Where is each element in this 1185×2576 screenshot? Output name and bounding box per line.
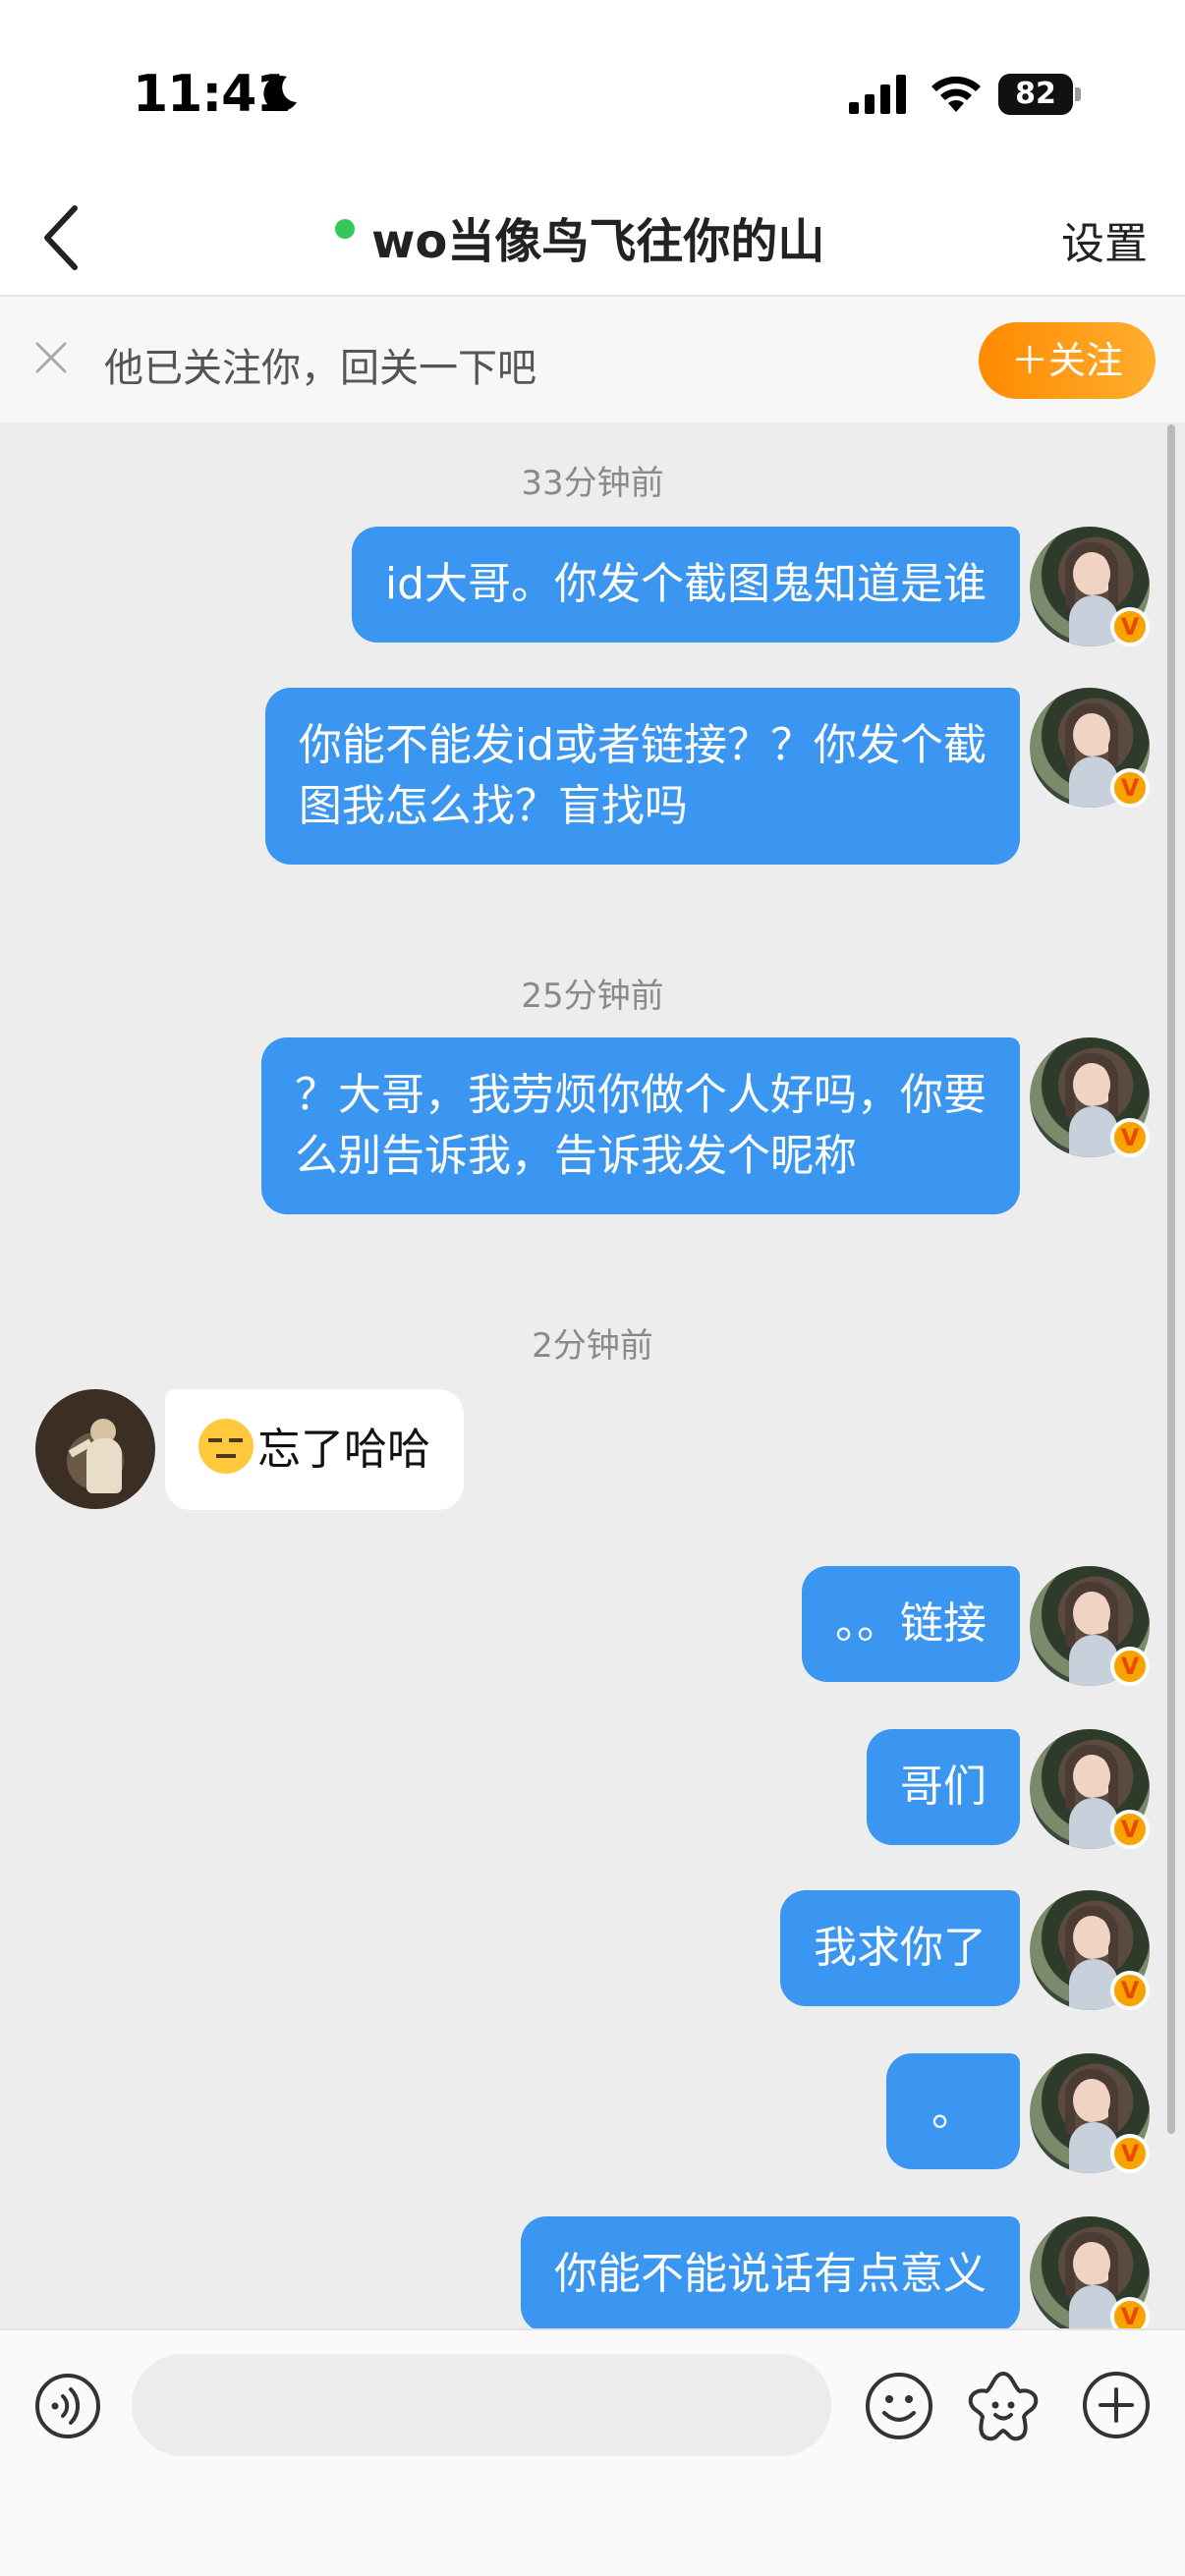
message-bubble[interactable]: 忘了哈哈 — [165, 1389, 464, 1510]
follow-back-button[interactable]: ＋关注 — [979, 322, 1156, 399]
my-avatar[interactable]: V — [1030, 1037, 1150, 1157]
message-bubble[interactable]: 。 — [886, 2053, 1020, 2169]
close-icon[interactable] — [33, 340, 69, 375]
message-text: 哥们 — [900, 1762, 987, 1812]
scrollbar[interactable] — [1167, 424, 1175, 2134]
my-avatar[interactable]: V — [1030, 1729, 1150, 1849]
timestamp: 25分钟前 — [521, 977, 664, 1016]
chat-title: wo当像鸟飞往你的山 — [371, 214, 825, 269]
input-bar — [0, 2328, 1185, 2576]
message-text: ？大哥，我劳烦你做个人好吗，你要 — [295, 1070, 987, 1120]
timestamp: 33分钟前 — [521, 464, 664, 503]
signal-icon — [849, 75, 906, 114]
settings-button[interactable]: 设置 — [1061, 208, 1148, 271]
verified-badge: V — [1110, 768, 1150, 808]
battery-icon: 82 — [998, 74, 1081, 115]
sticker-icon[interactable] — [965, 2368, 1042, 2444]
verified-badge: V — [1110, 1810, 1150, 1849]
battery-level: 82 — [1015, 77, 1056, 111]
my-avatar[interactable]: V — [1030, 527, 1150, 646]
message-bubble[interactable]: 我求你了 — [780, 1890, 1020, 2006]
timestamp: 2分钟前 — [532, 1326, 653, 1366]
message-text: id大哥。你发个截图鬼知道是谁 — [384, 559, 987, 609]
my-avatar[interactable]: V — [1030, 2216, 1150, 2328]
message-bubble[interactable]: 。。链接 — [802, 1566, 1020, 1682]
my-avatar[interactable]: V — [1030, 1566, 1150, 1686]
plus-icon[interactable] — [1081, 2370, 1152, 2440]
message-text: 么别告诉我，告诉我发个昵称 — [295, 1131, 857, 1181]
verified-badge: V — [1110, 1647, 1150, 1686]
emoji-icon[interactable] — [863, 2370, 935, 2442]
message-text: 。 — [931, 2086, 975, 2136]
message-bubble[interactable]: id大哥。你发个截图鬼知道是谁 — [351, 527, 1020, 643]
my-avatar[interactable]: V — [1030, 2053, 1150, 2173]
contact-avatar[interactable] — [35, 1389, 155, 1509]
message-input[interactable] — [132, 2354, 831, 2456]
message-bubble[interactable]: 你能不能说话有点意义 — [521, 2216, 1020, 2328]
message-bubble[interactable]: 你能不能发id或者链接？？你发个截 图我怎么找？盲找吗 — [264, 688, 1020, 865]
moon-icon — [263, 76, 297, 112]
message-text: 我求你了 — [814, 1923, 987, 1973]
emoji-icon — [198, 1419, 254, 1474]
nav-bar: wo当像鸟飞往你的山 设置 — [0, 177, 1185, 297]
message-text: 。。链接 — [835, 1598, 987, 1649]
verified-badge: V — [1110, 1118, 1150, 1157]
online-status-dot — [335, 219, 355, 239]
message-bubble[interactable]: ？大哥，我劳烦你做个人好吗，你要 么别告诉我，告诉我发个昵称 — [261, 1037, 1020, 1214]
message-text: 你能不能发id或者链接？？你发个截 — [298, 720, 987, 770]
back-icon[interactable] — [29, 198, 98, 277]
message-text: 你能不能说话有点意义 — [554, 2249, 987, 2299]
verified-badge: V — [1110, 2297, 1150, 2328]
my-avatar[interactable]: V — [1030, 688, 1150, 808]
status-bar: 11:41 82 — [0, 0, 1185, 177]
voice-icon[interactable] — [33, 2372, 102, 2440]
verified-badge: V — [1110, 2134, 1150, 2173]
verified-badge: V — [1110, 607, 1150, 646]
message-bubble[interactable]: 哥们 — [867, 1729, 1020, 1845]
wifi-icon — [931, 76, 981, 112]
message-text: 图我怎么找？盲找吗 — [298, 781, 688, 831]
my-avatar[interactable]: V — [1030, 1890, 1150, 2010]
follow-banner-text: 他已关注你，回关一下吧 — [104, 346, 536, 391]
verified-badge: V — [1110, 1971, 1150, 2010]
follow-banner: 他已关注你，回关一下吧 ＋关注 — [0, 297, 1185, 422]
message-text: 忘了哈哈 — [257, 1425, 430, 1475]
chat-area[interactable]: 33分钟前 id大哥。你发个截图鬼知道是谁 V 你能不能发id或者链接？？你发个… — [0, 422, 1185, 2328]
